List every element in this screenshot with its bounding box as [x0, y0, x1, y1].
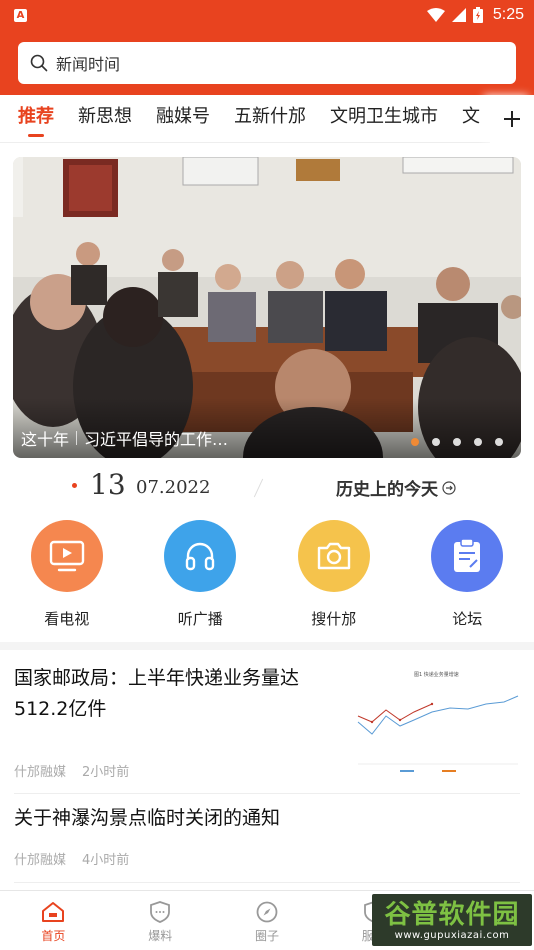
history-today-label: 历史上的今天 [336, 480, 438, 500]
thumbnail-chart-title: 图1 快递业务量增速 [414, 671, 459, 678]
battery-icon [472, 7, 483, 23]
carousel-dot[interactable] [474, 438, 482, 446]
headphones-icon [164, 520, 237, 592]
list-divider [14, 793, 520, 794]
quick-entry-label: 搜什邡 [311, 610, 357, 628]
home-icon [42, 902, 65, 922]
banner-carousel[interactable]: 这十年 习近平倡导的工作… [13, 157, 521, 458]
status-bar: A 5:25 [0, 0, 534, 30]
banner-caption-separator [76, 431, 78, 445]
date-month-year: 07.2022 [136, 477, 211, 498]
carousel-dot[interactable] [453, 438, 461, 446]
search-icon [30, 54, 48, 72]
channel-tabs: 推荐 新思想 融媒号 五新什邡 文明卫生城市 文 [0, 94, 534, 143]
clipboard-icon [431, 520, 504, 592]
site-watermark: 谷普软件园 www.gupuxiazai.com [372, 894, 532, 946]
add-channel-button[interactable] [490, 94, 534, 143]
shield-icon [150, 901, 171, 923]
date-bullet [72, 483, 77, 488]
carousel-dot[interactable] [495, 438, 503, 446]
date-divider [253, 478, 264, 498]
quick-entry-label: 看电视 [44, 610, 90, 628]
tab-new-thought[interactable]: 新思想 [78, 95, 132, 143]
search-placeholder: 新闻时间 [56, 55, 121, 74]
tv-icon [30, 520, 103, 592]
nav-home[interactable]: 首页 [0, 891, 107, 950]
nav-label: 首页 [41, 929, 66, 943]
news-item[interactable]: 国家邮政局：上半年快递业务量达 512.2亿件 什邡融媒 2小时前 图1 快递业… [0, 650, 534, 793]
date-row: 13 07.2022 历史上的今天 [0, 466, 534, 506]
tab-partial[interactable]: 文 [462, 95, 480, 143]
quick-entry-radio[interactable]: 听广播 [134, 520, 268, 638]
app-notification-icon: A [14, 8, 27, 22]
list-divider [14, 882, 520, 883]
plus-icon [504, 110, 520, 127]
quick-entry-forum[interactable]: 论坛 [401, 520, 534, 638]
quick-entry-photo[interactable]: 搜什邡 [267, 520, 401, 638]
wifi-icon [426, 8, 445, 22]
carousel-indicator [411, 438, 503, 446]
tab-recommend[interactable]: 推荐 [18, 95, 54, 143]
news-time: 4小时前 [82, 853, 130, 868]
app-header: A 5:25 新闻时间 [0, 0, 534, 95]
news-thumbnail: 图1 快递业务量增速 [352, 664, 522, 778]
banner-caption-prefix: 这十年 [21, 430, 70, 449]
section-divider [0, 642, 534, 650]
quick-entry-tv[interactable]: 看电视 [0, 520, 134, 638]
signal-icon [451, 8, 466, 22]
quick-entries: 看电视 听广播 搜什邡 论坛 [0, 520, 534, 638]
carousel-dot[interactable] [411, 438, 419, 446]
watermark-url: www.gupuxiazai.com [394, 929, 510, 941]
carousel-dot[interactable] [432, 438, 440, 446]
date-day: 13 [90, 468, 126, 501]
banner-caption: 这十年 习近平倡导的工作… [21, 426, 228, 450]
nav-label: 爆料 [148, 929, 173, 943]
nav-label: 圈子 [254, 929, 279, 943]
arrow-right-circle-icon [442, 480, 456, 495]
news-source: 什邡融媒 [14, 853, 67, 868]
status-time: 5:25 [492, 6, 524, 23]
nav-report[interactable]: 爆料 [107, 891, 214, 950]
news-meta: 什邡融媒 2小时前 [14, 761, 129, 780]
banner-caption-text: 习近平倡导的工作… [84, 430, 229, 449]
quick-entry-label: 听广播 [177, 610, 223, 628]
quick-entry-label: 论坛 [452, 610, 483, 628]
watermark-title: 谷普软件园 [384, 899, 520, 930]
news-meta: 什邡融媒 4小时前 [14, 849, 129, 868]
news-title-line: 512.2亿件 [14, 698, 107, 720]
history-today-link[interactable]: 历史上的今天 [336, 475, 456, 500]
news-title-line: 国家邮政局：上半年快递业务量达 [14, 667, 300, 689]
tab-civilized-city[interactable]: 文明卫生城市 [330, 95, 438, 143]
compass-icon [256, 901, 278, 923]
search-input[interactable]: 新闻时间 [18, 42, 516, 84]
tab-five-new[interactable]: 五新什邡 [234, 95, 306, 143]
news-time: 2小时前 [82, 765, 130, 780]
news-title[interactable]: 关于神瀑沟景点临时关闭的通知 [14, 803, 280, 834]
news-source: 什邡融媒 [14, 765, 67, 780]
news-title: 国家邮政局：上半年快递业务量达 512.2亿件 [14, 663, 299, 725]
tab-media[interactable]: 融媒号 [156, 95, 210, 143]
nav-circle[interactable]: 圈子 [214, 891, 321, 950]
camera-icon [297, 520, 370, 592]
